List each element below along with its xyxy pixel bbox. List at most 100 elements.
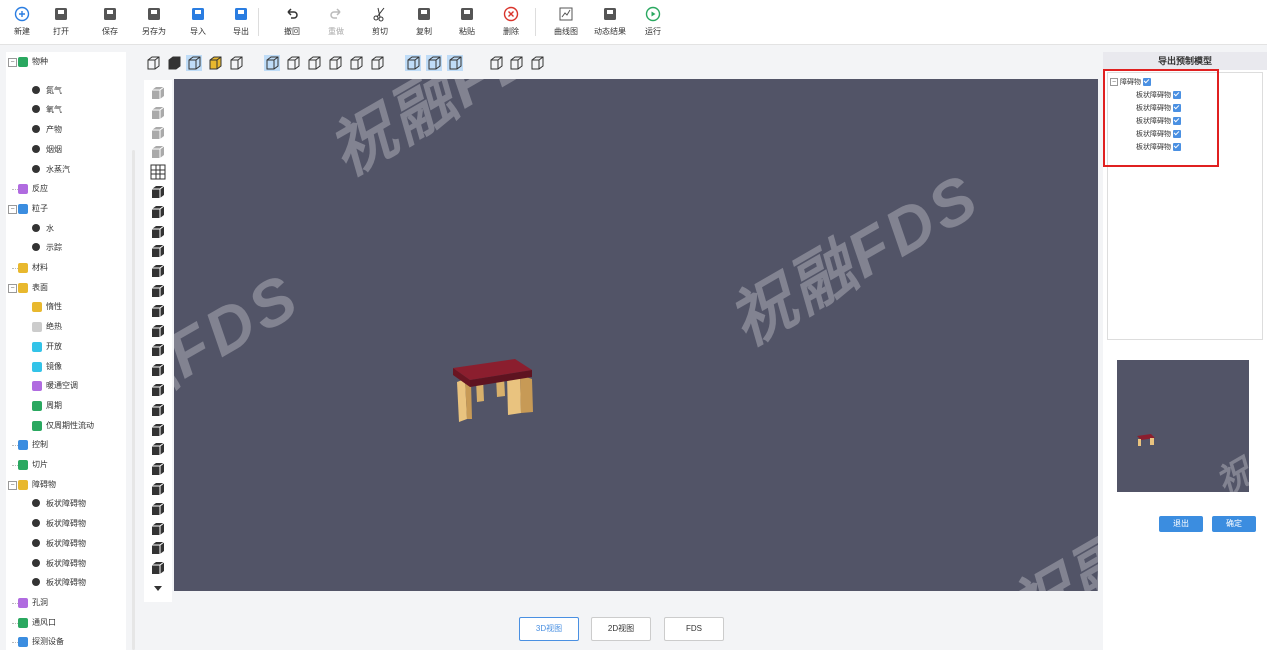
- tree-item[interactable]: − 物种: [6, 52, 126, 72]
- toolbar-dynamic-result-button[interactable]: 动态结果: [590, 6, 630, 37]
- tree-item[interactable]: 板状障碍物: [6, 494, 126, 514]
- view-mode-icon[interactable]: [348, 55, 364, 71]
- geometry-tool-icon[interactable]: [148, 84, 168, 102]
- geometry-tool-icon[interactable]: [148, 183, 168, 201]
- view-mode-icon[interactable]: [306, 55, 322, 71]
- geometry-tool-icon[interactable]: [148, 539, 168, 557]
- tree-item[interactable]: − 粒子: [6, 199, 126, 219]
- tree-item[interactable]: 仅周期性流动: [6, 416, 126, 436]
- view-mode-icon[interactable]: [488, 55, 504, 71]
- tree-item[interactable]: 惰性: [6, 297, 126, 317]
- tree-item[interactable]: − 表面: [6, 278, 126, 298]
- geometry-tool-icon[interactable]: [148, 500, 168, 518]
- toolbar-line-chart-button[interactable]: 曲线图: [546, 6, 586, 37]
- geometry-tool-icon[interactable]: [148, 579, 168, 597]
- tree-item[interactable]: 切片: [6, 455, 126, 475]
- tree-item[interactable]: 氮气: [6, 81, 126, 101]
- toolbar-scissors-button[interactable]: 剪切: [360, 6, 400, 37]
- tree-item[interactable]: 水: [6, 219, 126, 239]
- tree-item[interactable]: 通风口: [6, 613, 126, 633]
- toolbar-redo-button[interactable]: 重做: [316, 6, 356, 37]
- geometry-tool-icon[interactable]: [148, 480, 168, 498]
- geometry-tool-icon[interactable]: [148, 520, 168, 538]
- tree-item[interactable]: 板状障碍物: [6, 554, 126, 574]
- geometry-tool-icon[interactable]: [148, 440, 168, 458]
- 3d-canvas[interactable]: 祝融FDS 祝融FDS 祝融FDS 祝融FDS: [174, 79, 1098, 591]
- geometry-tool-icon[interactable]: [148, 282, 168, 300]
- toolbar-play-circle-button[interactable]: 运行: [633, 6, 673, 37]
- geometry-tool-icon[interactable]: [148, 460, 168, 478]
- toolbar-paste-button[interactable]: 粘贴: [447, 6, 487, 37]
- toolbar-undo-button[interactable]: 撤回: [272, 6, 312, 37]
- geometry-tool-icon[interactable]: [148, 124, 168, 142]
- view-mode-icon[interactable]: [166, 55, 182, 71]
- geometry-tool-icon[interactable]: [148, 341, 168, 359]
- cancel-button[interactable]: 退出: [1159, 516, 1203, 532]
- view-mode-icon[interactable]: [508, 55, 524, 71]
- tree-item[interactable]: 控制: [6, 435, 126, 455]
- geometry-tool-icon[interactable]: [148, 262, 168, 280]
- tree-item[interactable]: 镜像: [6, 357, 126, 377]
- toolbar-save-button[interactable]: 保存: [90, 6, 130, 37]
- tree-item[interactable]: 氧气: [6, 100, 126, 120]
- view-mode-icon[interactable]: [529, 55, 545, 71]
- tree-item[interactable]: 材料: [6, 258, 126, 278]
- tree-item[interactable]: 开放: [6, 337, 126, 357]
- toolbar-folder-open-button[interactable]: 打开: [41, 6, 81, 37]
- view-mode-icon[interactable]: [327, 55, 343, 71]
- tree-item[interactable]: 产物: [6, 120, 126, 140]
- geometry-tool-icon[interactable]: [148, 163, 168, 181]
- geometry-tool-icon[interactable]: [148, 559, 168, 577]
- geometry-tool-icon[interactable]: [148, 242, 168, 260]
- tree-item[interactable]: 烟烟: [6, 140, 126, 160]
- toolbar-delete-button[interactable]: 删除: [491, 6, 531, 37]
- collapse-icon[interactable]: −: [8, 480, 17, 490]
- view-mode-icon[interactable]: [228, 55, 244, 71]
- collapse-icon[interactable]: −: [8, 204, 17, 214]
- geometry-tool-icon[interactable]: [148, 104, 168, 122]
- toolbar-export-button[interactable]: 导出: [221, 6, 261, 37]
- toolbar-save-as-button[interactable]: 另存为: [134, 6, 174, 37]
- view-mode-icon[interactable]: [426, 55, 442, 71]
- tree-item[interactable]: 绝热: [6, 317, 126, 337]
- tab-fds[interactable]: FDS: [664, 617, 724, 641]
- toolbar-import-button[interactable]: 导入: [178, 6, 218, 37]
- tree-item[interactable]: 板状障碍物: [6, 573, 126, 593]
- confirm-button[interactable]: 确定: [1212, 516, 1256, 532]
- tree-item[interactable]: 周期: [6, 396, 126, 416]
- geometry-tool-icon[interactable]: [148, 302, 168, 320]
- tree-item[interactable]: 探测设备: [6, 632, 126, 650]
- tree-item[interactable]: 暖通空调: [6, 376, 126, 396]
- toolbar-copy-button[interactable]: 复制: [404, 6, 444, 37]
- geometry-tool-icon[interactable]: [148, 203, 168, 221]
- collapse-icon[interactable]: −: [8, 58, 17, 67]
- tree-item[interactable]: 水蒸汽: [6, 160, 126, 180]
- view-mode-icon[interactable]: [207, 55, 223, 71]
- view-mode-icon[interactable]: [405, 55, 421, 71]
- geometry-tool-icon[interactable]: [148, 381, 168, 399]
- tree-item[interactable]: 示踪: [6, 238, 126, 258]
- tree-item[interactable]: 孔洞: [6, 593, 126, 613]
- tree-item[interactable]: 板状障碍物: [6, 514, 126, 534]
- tab-2d-view[interactable]: 2D视图: [591, 617, 651, 641]
- view-mode-icon[interactable]: [264, 55, 280, 71]
- collapse-icon[interactable]: −: [8, 283, 17, 293]
- toolbar-plus-circle-button[interactable]: 新建: [2, 6, 42, 37]
- view-mode-icon[interactable]: [186, 55, 202, 71]
- tree-item[interactable]: 反应: [6, 179, 126, 199]
- tree-item[interactable]: 板状障碍物: [6, 534, 126, 554]
- view-mode-icon[interactable]: [447, 55, 463, 71]
- tree-item[interactable]: − 障碍物: [6, 475, 126, 495]
- view-mode-icon[interactable]: [369, 55, 385, 71]
- geometry-tool-icon[interactable]: [148, 421, 168, 439]
- geometry-tool-icon[interactable]: [148, 361, 168, 379]
- tree-scrollbar[interactable]: [132, 150, 135, 650]
- geometry-tool-icon[interactable]: [148, 143, 168, 161]
- view-mode-icon[interactable]: [145, 55, 161, 71]
- geometry-tool-icon[interactable]: [148, 223, 168, 241]
- view-mode-icon[interactable]: [285, 55, 301, 71]
- geometry-tool-icon[interactable]: [148, 401, 168, 419]
- tab-3d-view[interactable]: 3D视图: [519, 617, 579, 641]
- table-model[interactable]: [174, 79, 1098, 591]
- geometry-tool-icon[interactable]: [148, 322, 168, 340]
